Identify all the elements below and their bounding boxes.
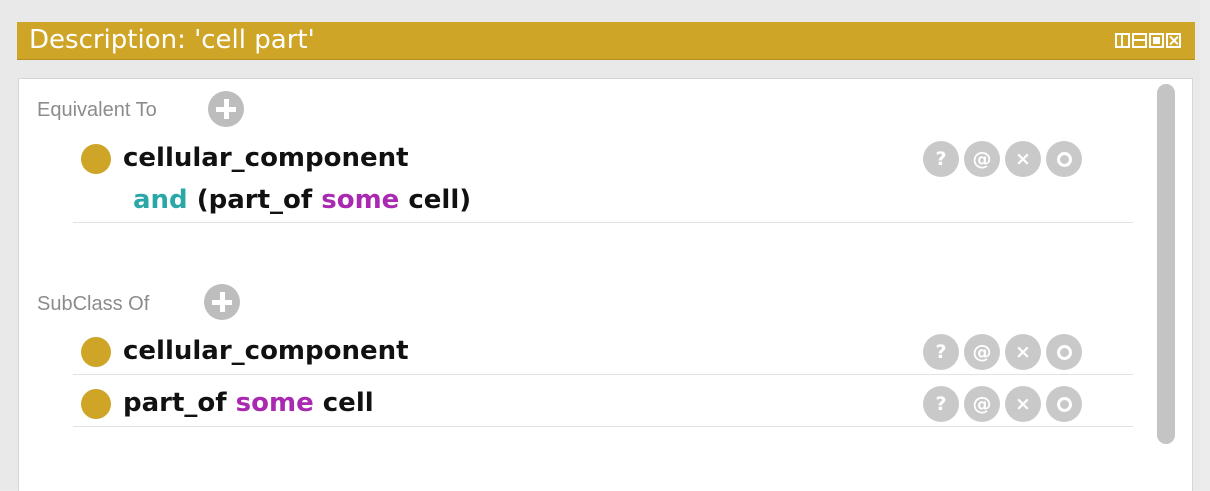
vertical-scrollbar[interactable] xyxy=(1157,84,1175,444)
keyword-some: some xyxy=(321,185,400,215)
help-button[interactable]: ? xyxy=(923,334,959,370)
equivalent-row-actions: ? @ × xyxy=(923,141,1082,177)
description-view: Description: 'cell part' Equivalent To c… xyxy=(0,0,1200,491)
help-button[interactable]: ? xyxy=(923,141,959,177)
subclass-of-label: SubClass Of xyxy=(37,293,150,315)
delete-button[interactable]: × xyxy=(1005,141,1041,177)
row-divider xyxy=(73,222,1133,223)
annotate-button[interactable]: @ xyxy=(964,141,1000,177)
superclass-row-actions: ? @ × xyxy=(923,334,1082,370)
edit-button[interactable] xyxy=(1046,141,1082,177)
equivalent-to-label: Equivalent To xyxy=(37,99,157,121)
superclass-row-actions: ? @ × xyxy=(923,386,1082,422)
delete-button[interactable]: × xyxy=(1005,386,1041,422)
row-divider xyxy=(73,426,1133,427)
add-equivalent-button[interactable] xyxy=(208,91,244,127)
description-content: Equivalent To cellular_component and (pa… xyxy=(18,78,1193,491)
delete-button[interactable]: × xyxy=(1005,334,1041,370)
edit-button[interactable] xyxy=(1046,334,1082,370)
superclass-expression[interactable]: cellular_component xyxy=(123,336,409,366)
annotate-button[interactable]: @ xyxy=(964,386,1000,422)
edit-button[interactable] xyxy=(1046,386,1082,422)
class-bullet-icon xyxy=(81,144,111,174)
view-title-bar: Description: 'cell part' xyxy=(17,22,1195,60)
equivalent-expression-line1[interactable]: cellular_component xyxy=(123,143,409,173)
expression-text: cell xyxy=(313,388,374,418)
annotate-button[interactable]: @ xyxy=(964,334,1000,370)
class-bullet-icon xyxy=(81,389,111,419)
superclass-expression[interactable]: part_of some cell xyxy=(123,388,374,418)
view-window-controls xyxy=(1115,33,1181,48)
expression-text: cell) xyxy=(399,185,472,215)
help-button[interactable]: ? xyxy=(923,386,959,422)
maximize-icon[interactable] xyxy=(1149,33,1164,48)
expression-text: part_of xyxy=(123,388,236,418)
row-divider xyxy=(73,374,1133,375)
expression-text: (part_of xyxy=(187,185,322,215)
keyword-some: some xyxy=(235,388,314,418)
split-horizontal-icon[interactable] xyxy=(1132,33,1147,48)
add-superclass-button[interactable] xyxy=(204,284,240,320)
equivalent-expression-line2[interactable]: and (part_of some cell) xyxy=(133,185,471,215)
class-bullet-icon xyxy=(81,337,111,367)
close-icon[interactable] xyxy=(1166,33,1181,48)
keyword-and: and xyxy=(133,185,188,215)
view-title: Description: 'cell part' xyxy=(29,25,315,55)
split-vertical-icon[interactable] xyxy=(1115,33,1130,48)
